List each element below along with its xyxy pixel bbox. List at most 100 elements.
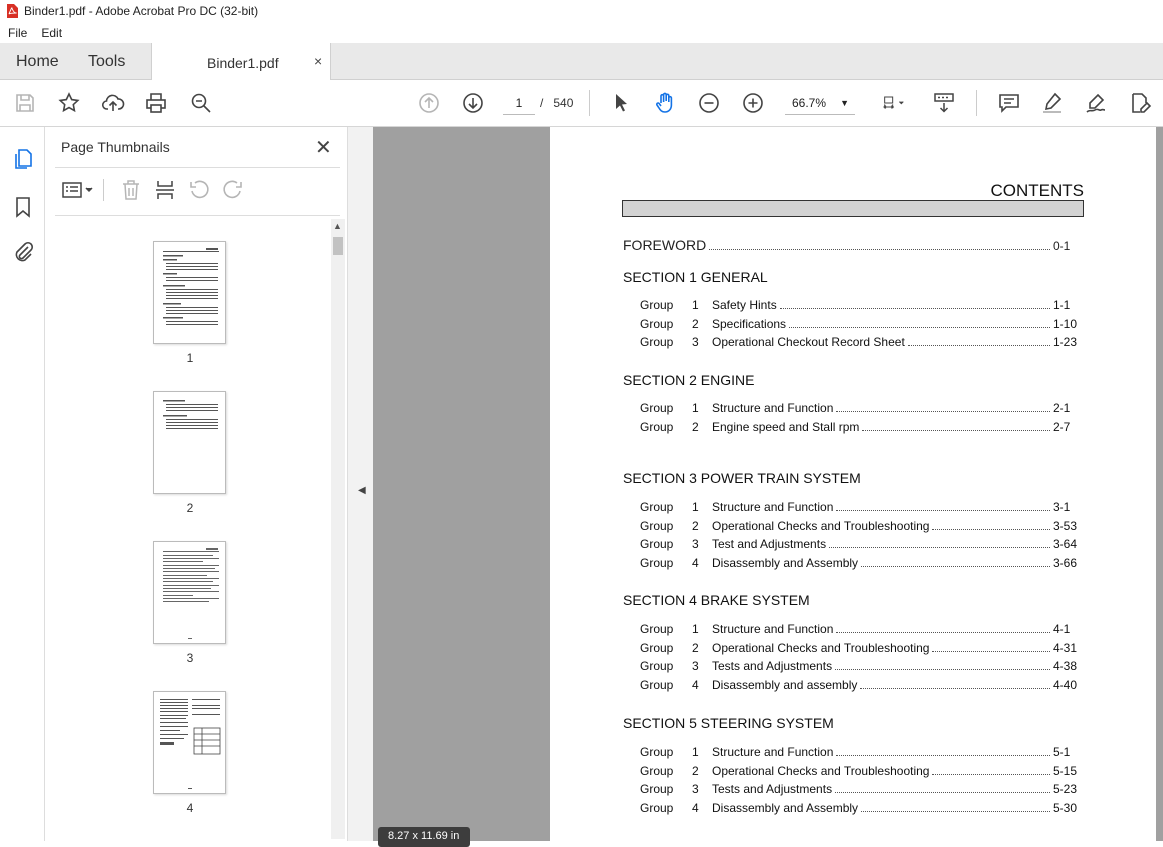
acrobat-pdf-icon xyxy=(7,4,18,18)
toc-entry[interactable]: Group 4 Disassembly and Assembly 5-30 xyxy=(640,801,1078,815)
toc-entry[interactable]: Group 4 Disassembly and assembly 4-40 xyxy=(640,678,1078,692)
select-cursor-icon[interactable] xyxy=(608,90,634,116)
page-fit-icon[interactable] xyxy=(876,90,912,116)
close-panel-icon[interactable]: ✕ xyxy=(315,135,332,160)
scroll-up-icon[interactable]: ▲ xyxy=(333,221,342,231)
main-toolbar: 1 / 540 66.7% ▼ xyxy=(0,80,1163,127)
dot-leader xyxy=(836,755,1050,756)
toc-entry[interactable]: Group 1 Structure and Function 3-1 xyxy=(640,500,1078,514)
tab-home[interactable]: Home xyxy=(16,53,59,71)
toc-page-number: 4-38 xyxy=(1053,659,1078,674)
panel-title: Page Thumbnails xyxy=(61,139,170,155)
zoom-level-select[interactable]: 66.7% ▼ xyxy=(785,91,855,115)
toc-entry[interactable]: Group 4 Disassembly and Assembly 3-66 xyxy=(640,556,1078,570)
page-thumbnail[interactable] xyxy=(153,391,226,494)
toc-entry[interactable]: Group 2 Operational Checks and Troubleshoo… xyxy=(640,641,1078,655)
divider xyxy=(55,167,340,168)
page-thumbnail[interactable] xyxy=(153,541,226,644)
toc-section-heading[interactable]: SECTION 5 STEERING SYSTEM xyxy=(623,715,834,731)
toc-group-number: 1 xyxy=(692,745,699,759)
close-tab-icon[interactable]: × xyxy=(314,53,322,69)
zoom-in-icon[interactable] xyxy=(740,90,766,116)
toc-entry-title: Tests and Adjustments xyxy=(712,659,833,674)
toc-entry[interactable]: Group 2 Specifications 1-10 xyxy=(640,317,1078,331)
toc-entry[interactable]: Group 3 Test and Adjustments 3-64 xyxy=(640,537,1078,551)
toc-entry[interactable]: Group 3 Tests and Adjustments 5-23 xyxy=(640,782,1078,796)
toc-page-number: 5-1 xyxy=(1053,745,1071,759)
hand-icon[interactable] xyxy=(652,90,678,116)
sign-icon[interactable] xyxy=(1083,90,1109,116)
divider xyxy=(103,179,104,201)
rotate-left-icon[interactable] xyxy=(187,178,211,202)
title-bar: Binder1.pdf - Adobe Acrobat Pro DC (32-b… xyxy=(0,0,1163,22)
document-tab-label: Binder1.pdf xyxy=(207,55,279,71)
insert-page-icon[interactable] xyxy=(153,178,177,202)
page-thumbnail[interactable] xyxy=(153,691,226,794)
thumbnail-page-preview xyxy=(160,699,221,789)
menu-file[interactable]: File xyxy=(8,26,27,40)
bookmarks-icon[interactable] xyxy=(11,195,35,219)
toc-section-heading[interactable]: SECTION 4 BRAKE SYSTEM xyxy=(623,592,810,608)
toc-page-number: 4-31 xyxy=(1053,640,1078,655)
save-icon[interactable] xyxy=(12,90,38,116)
toc-entry[interactable]: Group 1 Structure and Function 4-1 xyxy=(640,622,1078,636)
toc-page-number: 4-40 xyxy=(1053,678,1078,693)
toc-group-number: 2 xyxy=(692,640,699,655)
toc-entry[interactable]: Group 2 Operational Checks and Troubleshoo… xyxy=(640,519,1078,533)
zoom-out-icon[interactable] xyxy=(696,90,722,116)
thumbnails-scrollbar[interactable]: ▲ xyxy=(331,219,345,839)
page-number-input[interactable]: 1 xyxy=(503,91,535,115)
page-thumbnail[interactable] xyxy=(153,241,226,344)
panel-collapse-strip[interactable]: ◀ xyxy=(348,127,373,841)
toc-entry[interactable]: Group 2 Operational Checks and Troubleshoo… xyxy=(640,764,1078,778)
page-down-icon[interactable] xyxy=(460,90,486,116)
page-thumbnails-icon[interactable] xyxy=(11,147,35,171)
toc-group-number: 4 xyxy=(692,800,699,815)
toc-group-label: Group xyxy=(640,622,674,636)
toc-group-label: Group xyxy=(640,640,674,655)
toc-entry[interactable]: Group 2 Engine speed and Stall rpm 2-7 xyxy=(640,420,1078,434)
toc-group-number: 1 xyxy=(692,298,699,312)
attachments-icon[interactable] xyxy=(11,240,35,264)
collapse-left-icon[interactable]: ◀ xyxy=(358,485,366,496)
toc-entry-title: Disassembly and Assembly xyxy=(712,800,859,815)
dot-leader xyxy=(932,650,1050,652)
dot-leader xyxy=(829,547,1050,548)
toc-entry[interactable]: Group 1 Safety Hints 1-1 xyxy=(640,298,1078,312)
tab-tools[interactable]: Tools xyxy=(88,53,125,71)
toolbar-divider xyxy=(976,90,977,116)
toc-section-heading[interactable]: SECTION 1 GENERAL xyxy=(623,269,768,285)
zoom-search-icon[interactable] xyxy=(188,90,214,116)
page-up-icon[interactable] xyxy=(416,90,442,116)
toc-section-heading[interactable]: SECTION 3 POWER TRAIN SYSTEM xyxy=(623,470,861,486)
toc-group-label: Group xyxy=(640,420,674,434)
delete-page-icon[interactable] xyxy=(119,178,143,202)
print-icon[interactable] xyxy=(143,90,169,116)
options-menu-icon[interactable] xyxy=(61,178,97,202)
toc-entry[interactable]: Group 1 Structure and Function 5-1 xyxy=(640,745,1078,759)
toc-entry[interactable]: Group 1 Structure and Function 2-1 xyxy=(640,401,1078,415)
toc-group-number: 1 xyxy=(692,622,699,636)
toc-page-number: 1-10 xyxy=(1053,316,1078,331)
dot-leader xyxy=(789,326,1050,328)
toc-entry[interactable]: Group 3 Tests and Adjustments 4-38 xyxy=(640,659,1078,673)
thumbnail-page-preview xyxy=(163,400,218,429)
scrollbar-thumb[interactable] xyxy=(333,237,343,255)
toc-group-number: 2 xyxy=(692,420,699,434)
toc-foreword[interactable]: FOREWORD 0-1 xyxy=(623,237,1078,253)
toc-page-number: 4-1 xyxy=(1053,622,1071,636)
dot-leader xyxy=(932,528,1050,530)
menu-edit[interactable]: Edit xyxy=(41,26,62,40)
rotate-right-icon[interactable] xyxy=(221,178,245,202)
edit-pdf-icon[interactable] xyxy=(1127,90,1153,116)
scroll-mode-icon[interactable] xyxy=(931,90,957,116)
tab-document[interactable]: Binder1.pdf × xyxy=(151,43,331,81)
page-dimensions-tooltip: 8.27 x 11.69 in xyxy=(378,827,470,847)
toc-section-heading[interactable]: SECTION 2 ENGINE xyxy=(623,372,754,388)
toc-entry-title: Structure and Function xyxy=(712,401,834,415)
bookmark-star-icon[interactable] xyxy=(56,90,82,116)
upload-icon[interactable] xyxy=(100,90,126,116)
highlight-pen-icon[interactable] xyxy=(1039,90,1065,116)
toc-entry[interactable]: Group 3 Operational Checkout Record Sheet 1… xyxy=(640,335,1078,349)
comment-icon[interactable] xyxy=(996,90,1022,116)
